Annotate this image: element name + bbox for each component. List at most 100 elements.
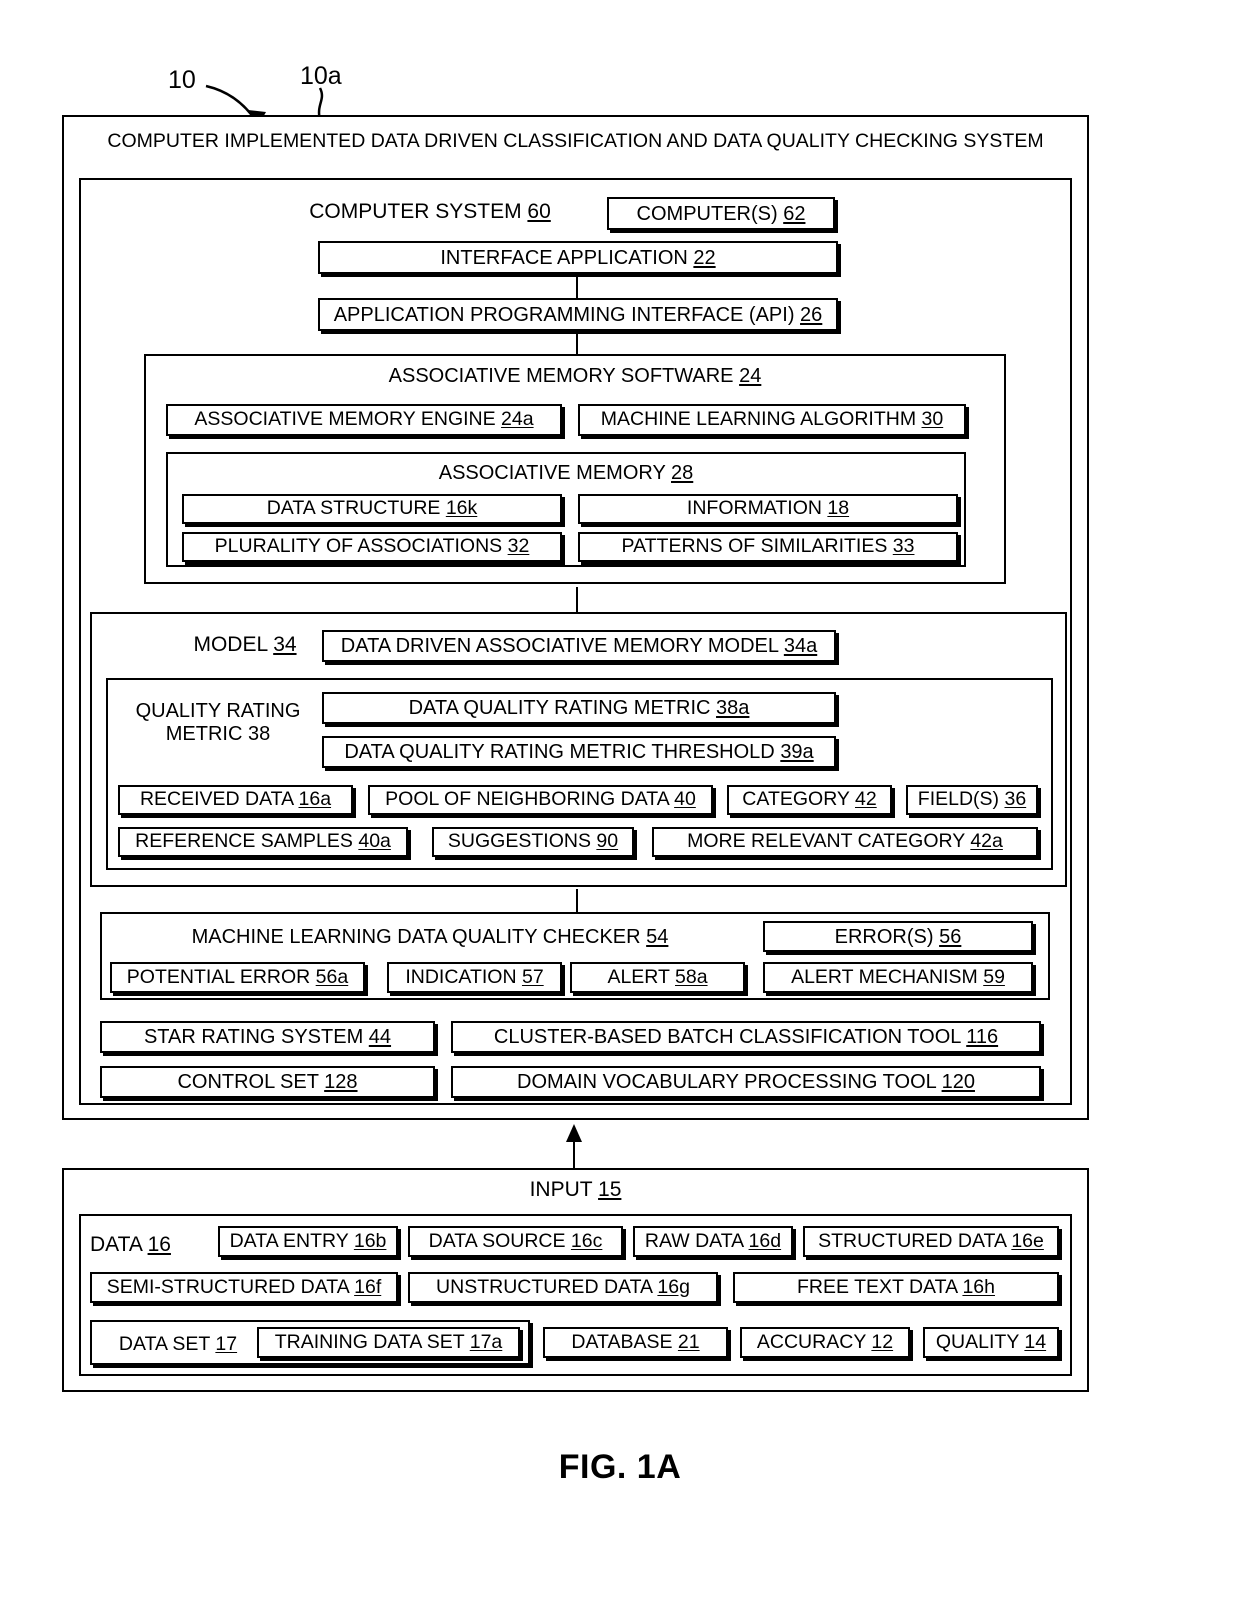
reference-numeral: 16h: [962, 1275, 995, 1298]
data-entry-box[interactable]: DATA ENTRY 16b: [218, 1226, 398, 1257]
reference-numeral: 39a: [780, 741, 814, 763]
control-set-box[interactable]: CONTROL SET 128: [100, 1066, 435, 1098]
domain-vocabulary-processing-tool-box[interactable]: DOMAIN VOCABULARY PROCESSING TOOL 120: [451, 1066, 1041, 1098]
model-label: MODEL 34: [193, 633, 297, 656]
reference-numeral: 24a: [501, 408, 534, 431]
suggestions-label: SUGGESTIONS 90: [447, 830, 619, 853]
connector-model-to-checker: [576, 889, 578, 912]
arrow-up-icon: [566, 1124, 582, 1142]
reference-numeral: 28: [671, 462, 694, 484]
connector-api-to-ams: [576, 334, 578, 355]
unstructured-data-box[interactable]: UNSTRUCTURED DATA 16g: [408, 1272, 718, 1303]
potential-error-box[interactable]: POTENTIAL ERROR 56a: [110, 962, 365, 993]
star-rating-system-label: STAR RATING SYSTEM 44: [143, 1026, 392, 1048]
indication-label: INDICATION 57: [405, 965, 544, 988]
alert-mechanism-label: ALERT MECHANISM 59: [791, 965, 1005, 988]
alert-box[interactable]: ALERT 58a: [570, 962, 745, 993]
reference-samples-box[interactable]: REFERENCE SAMPLES 40a: [118, 827, 408, 857]
associative-memory-engine-box[interactable]: ASSOCIATIVE MEMORY ENGINE 24a: [166, 404, 562, 436]
domain-vocabulary-processing-tool-label: DOMAIN VOCABULARY PROCESSING TOOL 120: [517, 1071, 975, 1093]
pool-of-neighboring-data-box[interactable]: POOL OF NEIGHBORING DATA 40: [368, 785, 713, 815]
data-driven-model-label: DATA DRIVEN ASSOCIATIVE MEMORY MODEL 34a: [340, 635, 818, 657]
errors-box[interactable]: ERROR(S) 56: [763, 921, 1033, 952]
reference-numeral: 16k: [445, 497, 478, 520]
reference-numeral: 12: [871, 1330, 894, 1353]
data-source-box[interactable]: DATA SOURCE 16c: [408, 1226, 623, 1257]
reference-numeral: 34: [273, 633, 297, 656]
interface-application-box[interactable]: INTERFACE APPLICATION 22: [318, 241, 838, 274]
reference-numeral: 32: [507, 535, 530, 558]
accuracy-label: ACCURACY 12: [756, 1330, 894, 1353]
structured-data-box[interactable]: STRUCTURED DATA 16e: [803, 1226, 1059, 1257]
reference-numeral: 16f: [354, 1275, 382, 1298]
data-quality-rating-metric-box[interactable]: DATA QUALITY RATING METRIC 38a: [322, 692, 836, 724]
semi-structured-data-box[interactable]: SEMI-STRUCTURED DATA 16f: [90, 1272, 398, 1303]
reference-numeral: 56a: [315, 965, 349, 988]
computers-label: COMPUTER(S) 62: [636, 202, 806, 225]
api-box[interactable]: APPLICATION PROGRAMMING INTERFACE (API) …: [318, 298, 838, 331]
reference-numeral: 62: [783, 202, 806, 225]
potential-error-label: POTENTIAL ERROR 56a: [126, 965, 349, 988]
reference-numeral: 26: [800, 303, 823, 326]
received-data-label: RECEIVED DATA 16a: [139, 788, 332, 811]
reference-numeral: 40a: [358, 830, 391, 853]
reference-numeral: 16d: [748, 1229, 782, 1252]
more-relevant-category-label: MORE RELEVANT CATEGORY 42a: [687, 830, 1003, 853]
star-rating-system-box[interactable]: STAR RATING SYSTEM 44: [100, 1021, 435, 1053]
patterns-of-similarities-box[interactable]: PATTERNS OF SIMILARITIES 33: [578, 532, 958, 562]
reference-numeral: 16e: [1011, 1229, 1044, 1252]
received-data-box[interactable]: RECEIVED DATA 16a: [118, 785, 353, 815]
interface-application-label: INTERFACE APPLICATION 22: [440, 246, 716, 269]
reference-numeral: 40: [674, 788, 696, 811]
category-box[interactable]: CATEGORY 42: [727, 785, 892, 815]
reference-numeral: 16b: [353, 1229, 387, 1252]
reference-numeral: 17: [215, 1333, 238, 1355]
system-title: COMPUTER IMPLEMENTED DATA DRIVEN CLASSIF…: [107, 130, 1044, 152]
unstructured-data-label: UNSTRUCTURED DATA 16g: [436, 1275, 690, 1298]
reference-numeral: 33: [892, 535, 915, 558]
cluster-batch-classification-tool-box[interactable]: CLUSTER-BASED BATCH CLASSIFICATION TOOL …: [451, 1021, 1041, 1053]
quality-rating-metric-line2: METRIC 38: [165, 723, 271, 745]
suggestions-box[interactable]: SUGGESTIONS 90: [432, 827, 634, 857]
fields-box[interactable]: FIELD(S) 36: [906, 785, 1038, 815]
machine-learning-algorithm-label: MACHINE LEARNING ALGORITHM 30: [600, 408, 944, 431]
structured-data-label: STRUCTURED DATA 16e: [818, 1229, 1044, 1252]
alert-label: ALERT 58a: [607, 965, 708, 988]
reference-numeral: 16: [147, 1233, 171, 1256]
data-structure-box[interactable]: DATA STRUCTURE 16k: [182, 494, 562, 524]
reference-numeral: 22: [693, 246, 716, 269]
reference-numeral: 42: [855, 788, 877, 811]
machine-learning-algorithm-box[interactable]: MACHINE LEARNING ALGORITHM 30: [578, 404, 966, 436]
input-title: INPUT 15: [529, 1178, 622, 1201]
information-label: INFORMATION 18: [686, 497, 850, 520]
reference-numeral: 30: [921, 408, 944, 431]
semi-structured-data-label: SEMI-STRUCTURED DATA 16f: [106, 1275, 382, 1298]
data-structure-label: DATA STRUCTURE 16k: [266, 497, 478, 520]
data-source-label: DATA SOURCE 16c: [428, 1229, 603, 1252]
alert-mechanism-box[interactable]: ALERT MECHANISM 59: [763, 962, 1033, 993]
more-relevant-category-box[interactable]: MORE RELEVANT CATEGORY 42a: [652, 827, 1038, 857]
free-text-data-label: FREE TEXT DATA 16h: [797, 1275, 995, 1298]
data-driven-model-box[interactable]: DATA DRIVEN ASSOCIATIVE MEMORY MODEL 34a: [322, 630, 836, 662]
quality-rating-metric-line1: QUALITY RATING: [135, 700, 301, 722]
data-set-label: DATA SET 17: [118, 1333, 238, 1355]
indication-box[interactable]: INDICATION 57: [387, 962, 562, 993]
computers-box[interactable]: COMPUTER(S) 62: [607, 197, 835, 230]
data-quality-rating-metric-threshold-box[interactable]: DATA QUALITY RATING METRIC THRESHOLD 39a: [322, 736, 836, 768]
quality-rating-metric-label: QUALITY RATING METRIC 38: [118, 700, 318, 746]
raw-data-box[interactable]: RAW DATA 16d: [633, 1226, 793, 1257]
plurality-of-associations-box[interactable]: PLURALITY OF ASSOCIATIONS 32: [182, 532, 562, 562]
errors-label: ERROR(S) 56: [834, 925, 962, 948]
reference-numeral: 120: [941, 1071, 975, 1093]
computer-system-label-text: COMPUTER SYSTEM: [309, 200, 522, 223]
data-label: DATA 16: [90, 1233, 171, 1256]
quality-box[interactable]: QUALITY 14: [923, 1327, 1059, 1358]
database-box[interactable]: DATABASE 21: [543, 1327, 728, 1358]
accuracy-box[interactable]: ACCURACY 12: [740, 1327, 910, 1358]
free-text-data-box[interactable]: FREE TEXT DATA 16h: [733, 1272, 1059, 1303]
information-box[interactable]: INFORMATION 18: [578, 494, 958, 524]
raw-data-label: RAW DATA 16d: [644, 1229, 782, 1252]
reference-numeral: 58a: [675, 965, 708, 988]
reference-numeral: 44: [368, 1026, 392, 1048]
training-data-set-box[interactable]: TRAINING DATA SET 17a: [257, 1327, 520, 1358]
